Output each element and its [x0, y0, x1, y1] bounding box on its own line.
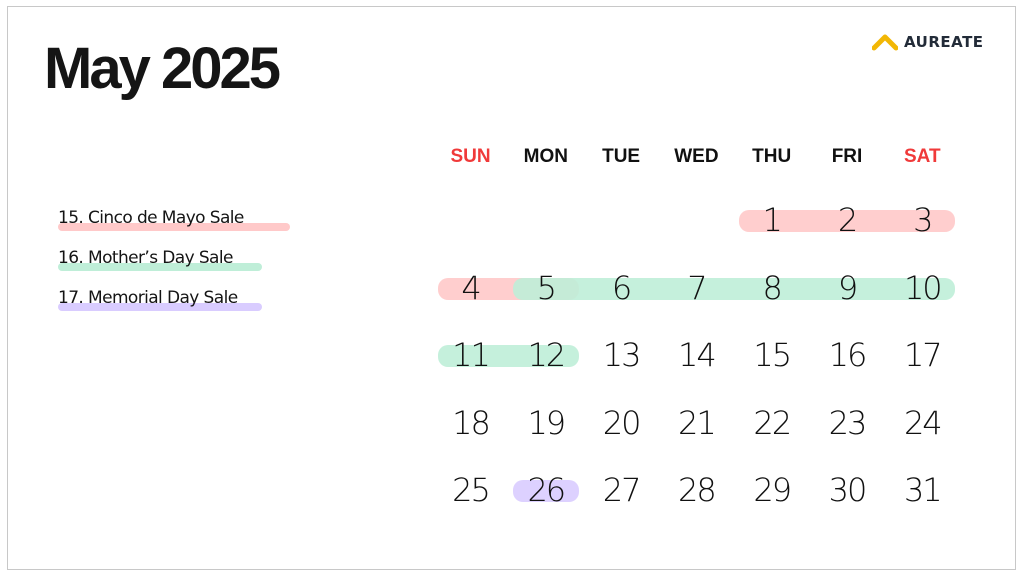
legend-label: 15. Cinco de Mayo Sale: [58, 208, 244, 228]
legend-item-memorial-day: 17. Memorial Day Sale: [58, 288, 262, 328]
brand-name: AUREATE: [904, 33, 984, 51]
day-cell[interactable]: 8: [734, 272, 809, 304]
day-cell[interactable]: 31: [885, 474, 960, 506]
day-cell[interactable]: 22: [734, 407, 809, 439]
weekday-header-mon: MON: [523, 146, 568, 167]
day-cell[interactable]: 18: [433, 407, 508, 439]
day-cell[interactable]: 1: [734, 204, 809, 236]
day-cell[interactable]: 29: [734, 474, 809, 506]
day-cell[interactable]: 15: [734, 339, 809, 371]
day-cell[interactable]: 2: [810, 204, 885, 236]
legend-label: 16. Mother’s Day Sale: [58, 248, 233, 268]
day-cell[interactable]: 27: [584, 474, 659, 506]
weekday-header-tue: TUE: [602, 146, 641, 167]
weekday-header-sun: SUN: [450, 146, 491, 167]
day-cell[interactable]: 16: [810, 339, 885, 371]
day-cell[interactable]: 4: [433, 272, 508, 304]
day-cell[interactable]: 11: [433, 339, 508, 371]
day-cell[interactable]: 7: [659, 272, 734, 304]
day-cell[interactable]: 25: [433, 474, 508, 506]
day-cell[interactable]: 24: [885, 407, 960, 439]
month-grid: SUN MON TUE WED THU FRI SAT 1 2 3 4 5 6 7 8 9 10 11 12 13 14…: [433, 140, 960, 520]
day-cell[interactable]: 30: [810, 474, 885, 506]
day-cell[interactable]: 9: [810, 272, 885, 304]
legend-item-cinco-de-mayo: 15. Cinco de Mayo Sale: [58, 208, 290, 248]
day-cell[interactable]: 10: [885, 272, 960, 304]
weekday-header-wed: WED: [674, 146, 719, 167]
day-cell[interactable]: 3: [885, 204, 960, 236]
day-cell[interactable]: 17: [885, 339, 960, 371]
legend-label: 17. Memorial Day Sale: [58, 288, 238, 308]
weekday-header-sat: SAT: [904, 146, 941, 167]
day-cell[interactable]: 6: [584, 272, 659, 304]
weekday-header-fri: FRI: [831, 146, 863, 167]
day-cell[interactable]: 23: [810, 407, 885, 439]
day-cell[interactable]: 28: [659, 474, 734, 506]
day-cell[interactable]: 20: [584, 407, 659, 439]
day-cell[interactable]: 13: [584, 339, 659, 371]
chevron-up-icon: [872, 34, 898, 51]
day-cell[interactable]: 5: [508, 272, 583, 304]
day-cell[interactable]: 12: [508, 339, 583, 371]
legend-item-mothers-day: 16. Mother’s Day Sale: [58, 248, 262, 288]
brand-logo: AUREATE: [872, 33, 984, 51]
event-legend: 15. Cinco de Mayo Sale 16. Mother’s Day …: [58, 208, 290, 328]
page-title: May 2025: [44, 36, 281, 101]
day-cell[interactable]: 21: [659, 407, 734, 439]
day-cell[interactable]: 14: [659, 339, 734, 371]
day-cell[interactable]: 19: [508, 407, 583, 439]
weekday-header-thu: THU: [752, 146, 792, 167]
day-cell[interactable]: 26: [508, 474, 583, 506]
